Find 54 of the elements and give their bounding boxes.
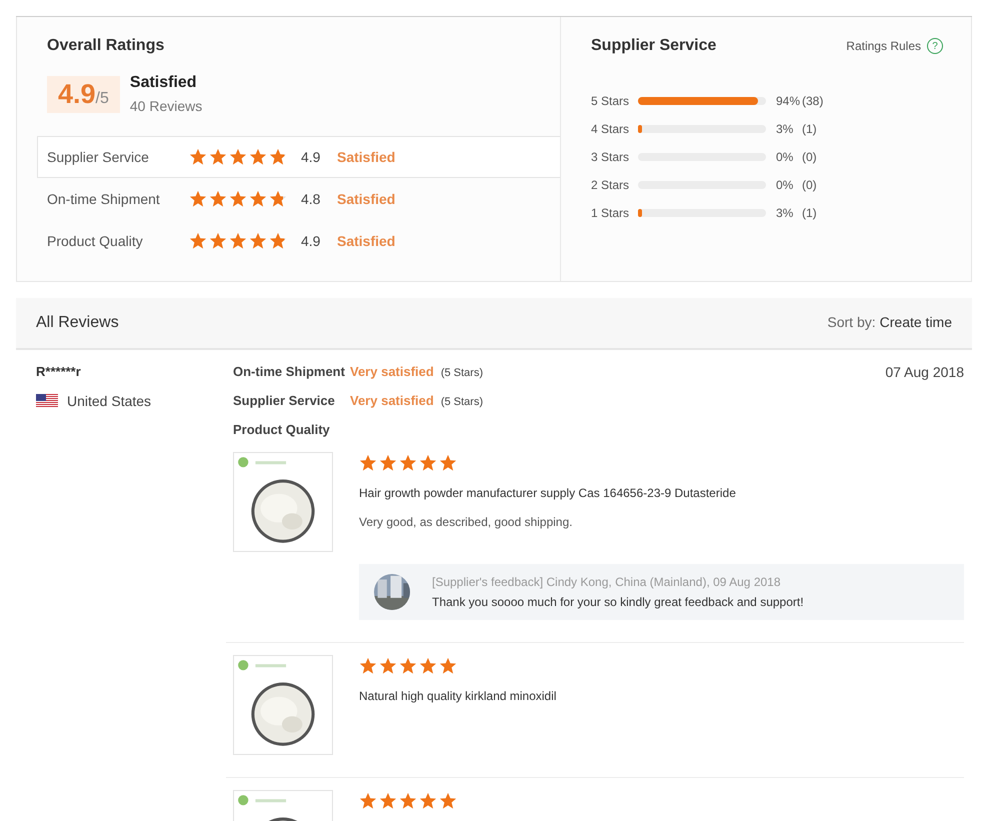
- category-verdict: Satisfied: [337, 149, 396, 165]
- bar-percent: 3%: [776, 206, 794, 220]
- category-label: Supplier Service: [47, 149, 150, 165]
- category-score: 4.9: [301, 149, 322, 165]
- country-name: United States: [67, 393, 152, 409]
- category-score: 4.9: [301, 233, 322, 249]
- category-verdict: Satisfied: [337, 191, 396, 207]
- product-title: Natural high quality kirkland minoxidil: [359, 689, 558, 703]
- review-count: 40 Reviews: [130, 98, 202, 114]
- score-value: 4.9: [58, 78, 96, 110]
- bar-percent: 0%: [776, 150, 794, 164]
- bar-percent: 3%: [776, 122, 794, 136]
- category-score: 4.8: [301, 191, 322, 207]
- reviewer-name: R******r: [36, 364, 82, 379]
- section-title: Overall Ratings: [47, 37, 166, 55]
- rating-label: Supplier Service: [233, 393, 336, 408]
- feedback-text: Thank you soooo much for your so kindly great feedback and support!: [432, 595, 804, 609]
- category-verdict: Satisfied: [337, 233, 396, 249]
- bar-label: 4 Stars: [591, 122, 630, 136]
- score-scale: /5: [96, 90, 109, 108]
- sort-option[interactable]: Create time: [880, 314, 952, 330]
- feedback-meta: [Supplier's feedback] Cindy Kong, China (Mainland), 09 Aug 2018: [432, 575, 782, 589]
- bar-label: 3 Stars: [591, 150, 630, 164]
- product-title: Hair growth powder manufacturer supply Cas 164656-23-9 Dutasteride: [359, 486, 737, 500]
- category-label: Product Quality: [47, 233, 144, 249]
- rating-verdict: Satisfied: [130, 74, 198, 92]
- bar-count: (38): [802, 94, 824, 108]
- bar-count: (1): [802, 206, 817, 220]
- rating-category-tab[interactable]: Supplier Service 4.9 Satisfied: [37, 136, 560, 178]
- rating-verdict: Very satisfied: [350, 393, 434, 408]
- category-label: On-time Shipment: [47, 191, 161, 207]
- rating-category-tab[interactable]: On-time Shipment 4.8 Satisfied: [37, 178, 560, 220]
- bar-count: (0): [802, 178, 817, 192]
- rating-label: Product Quality: [233, 422, 331, 437]
- bar-label: 1 Stars: [591, 206, 630, 220]
- help-icon: ?: [927, 38, 943, 54]
- bar-count: (1): [802, 122, 817, 136]
- section-title: All Reviews: [36, 314, 119, 332]
- flag-icon: [36, 394, 58, 408]
- bar-count: (0): [802, 150, 817, 164]
- rating-category-tab[interactable]: Product Quality 4.9 Satisfied: [37, 220, 560, 262]
- section-title: Supplier Service: [591, 37, 716, 55]
- bar-label: 2 Stars: [591, 178, 630, 192]
- sort-label: Sort by:: [827, 314, 876, 330]
- bar-percent: 0%: [776, 178, 794, 192]
- rating-label: On-time Shipment: [233, 364, 346, 379]
- rating-stars-text: (5 Stars): [440, 396, 484, 408]
- rating-stars-text: (5 Stars): [440, 367, 484, 379]
- ratings-rules-link[interactable]: Ratings Rules ?: [846, 38, 943, 54]
- review-date: 07 Aug 2018: [885, 364, 964, 382]
- bar-label: 5 Stars: [591, 94, 630, 108]
- review-comment: Very good, as described, good shipping.: [359, 515, 574, 529]
- rating-verdict: Very satisfied: [350, 364, 434, 379]
- bar-percent: 94%: [776, 94, 802, 108]
